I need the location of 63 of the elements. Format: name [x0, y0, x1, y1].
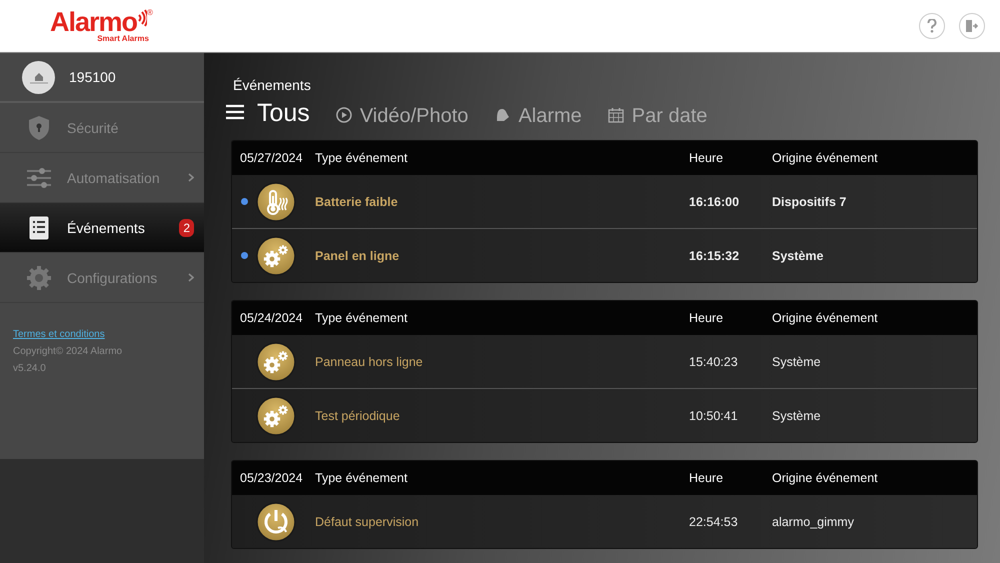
list-icon — [29, 216, 49, 240]
menu-icon — [226, 104, 244, 120]
column-header: Type événement — [315, 151, 408, 165]
sidebar-item[interactable]: Événements 2 — [0, 203, 204, 253]
count-badge: 2 — [179, 218, 194, 236]
group-date: 05/27/2024 — [239, 151, 304, 165]
power-icon — [256, 502, 296, 542]
help-icon — [927, 19, 937, 33]
filter-tab[interactable]: Tous — [226, 99, 310, 128]
column-header: Origine événement — [772, 151, 879, 165]
gear-icon — [26, 264, 52, 290]
column-header: Heure — [689, 311, 724, 325]
event-row[interactable]: Batterie faible 16:16:00 Dispositifs 7 — [232, 175, 977, 229]
event-time: 10:50:41 — [689, 408, 739, 422]
event-time: 16:16:00 — [689, 194, 740, 208]
gears-icon — [256, 396, 296, 436]
event-row[interactable]: Défaut supervision 22:54:53 alarmo_gimmy — [232, 495, 977, 548]
event-row[interactable]: Panneau hors ligne 15:40:23 Système — [232, 335, 977, 389]
event-type: Test périodique — [315, 408, 401, 422]
bell-icon — [494, 107, 510, 124]
column-header: Heure — [689, 471, 724, 485]
group-date: 05/24/2024 — [239, 311, 304, 325]
sliders-icon — [26, 166, 52, 188]
event-type: Défaut supervision — [315, 514, 420, 528]
event-row[interactable]: Panel en ligne 16:15:32 Système — [232, 229, 977, 282]
event-type: Batterie faible — [315, 194, 399, 208]
filter-tab[interactable]: Vidéo/Photo — [336, 105, 468, 128]
registered-mark: ® — [147, 9, 153, 17]
calendar-icon — [608, 107, 624, 123]
event-time: 16:15:32 — [689, 248, 740, 262]
column-header: Origine événement — [772, 311, 879, 325]
logout-icon — [965, 19, 979, 33]
logout-button[interactable] — [959, 13, 985, 39]
account-number: 195100 — [69, 69, 116, 85]
copyright-text: Copyright© 2024 Alarmo — [13, 346, 124, 357]
event-type: Panneau hors ligne — [315, 354, 424, 368]
gears-icon — [256, 342, 296, 382]
filter-tab[interactable]: Alarme — [494, 105, 582, 128]
group-date: 05/23/2024 — [239, 471, 304, 485]
logo-text: Alarmo — [50, 9, 138, 36]
event-time: 15:40:23 — [689, 354, 739, 368]
column-header: Type événement — [315, 311, 408, 325]
column-header: Heure — [689, 151, 724, 165]
thermometer-icon — [256, 182, 296, 222]
logo-tagline: Smart Alarms — [97, 35, 149, 43]
event-origin: Système — [772, 408, 822, 422]
event-origin: Système — [772, 354, 822, 368]
gears-icon — [256, 236, 296, 276]
signal-waves-icon — [137, 9, 148, 27]
event-origin: Dispositifs 7 — [772, 194, 848, 208]
help-button[interactable] — [919, 13, 945, 39]
shield-icon — [27, 114, 51, 140]
play-icon — [336, 107, 352, 123]
event-time: 22:54:53 — [689, 514, 739, 528]
terms-link[interactable]: Termes et conditions — [13, 329, 105, 340]
event-row[interactable]: Test périodique 10:50:41 Système — [232, 389, 977, 442]
column-header: Type événement — [315, 471, 408, 485]
column-header: Origine événement — [772, 471, 879, 485]
version-text: v5.24.0 — [13, 363, 47, 374]
event-type: Panel en ligne — [315, 248, 400, 262]
event-origin: alarmo_gimmy — [772, 514, 855, 528]
event-origin: Système — [772, 248, 824, 262]
page-title: Événements — [233, 77, 312, 93]
